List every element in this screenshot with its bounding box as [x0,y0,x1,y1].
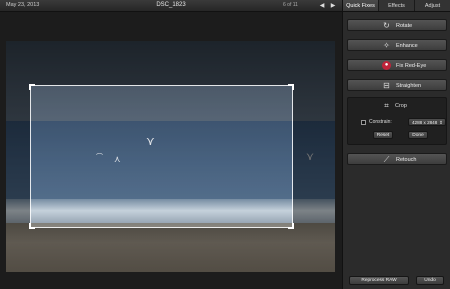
retouch-button[interactable]: ⟋ Retouch [347,153,447,165]
crop-icon: ⌗ [384,101,389,110]
straighten-button[interactable]: ⊟ Straighten [347,79,447,91]
tab-effects[interactable]: Effects [379,0,415,11]
magic-wand-icon: ✧ [383,41,390,50]
crop-handle-top-left[interactable] [29,84,35,90]
crop-tool-panel: ⌗ Crop Constrain: 4288 x 2848 ⇕ Reset Do… [347,97,447,145]
constrain-checkbox[interactable] [361,120,366,125]
crop-dim-top [6,41,335,85]
photo-editor-window: May 23, 2013 DSC_1823 6 of 11 ◀ ▶ ⋎ ⋏ ⌒ … [0,0,450,289]
photo-image: ⋎ ⋏ ⌒ ⋎ [6,41,335,272]
crop-label: Crop [395,103,407,109]
rotate-label: Rotate [396,23,413,29]
rotate-icon: ↻ [383,21,390,30]
crop-rectangle[interactable] [29,84,294,229]
crop-dim-right [293,85,335,228]
next-photo-button[interactable]: ▶ [329,2,337,10]
fix-red-eye-label: Fix Red-Eye [396,63,427,69]
fix-red-eye-button[interactable]: ● Fix Red-Eye [347,59,447,71]
edit-panel: Quick Fixes Effects Adjust ↻ Rotate ✧ En… [342,0,450,289]
constrain-label: Constrain: [369,119,392,125]
crop-done-button[interactable]: Done [408,131,428,139]
reprocess-raw-button[interactable]: Reprocess RAW [349,276,409,285]
edit-tabs: Quick Fixes Effects Adjust [343,0,450,12]
crop-reset-button[interactable]: Reset [373,131,393,139]
previous-photo-button[interactable]: ◀ [318,2,326,10]
constrain-size-select[interactable]: 4288 x 2848 ⇕ [408,118,446,126]
enhance-label: Enhance [396,43,418,49]
chevron-updown-icon: ⇕ [439,120,443,125]
crop-handle-bottom-right[interactable] [288,223,294,229]
crop-dim-bottom [6,228,335,272]
crop-handle-top-right[interactable] [288,84,294,90]
bandage-icon: ⟋ [383,155,390,164]
red-eye-icon: ● [382,61,391,70]
retouch-label: Retouch [396,157,417,163]
top-toolbar: May 23, 2013 DSC_1823 6 of 11 ◀ ▶ [0,0,342,12]
tab-adjust[interactable]: Adjust [415,0,450,11]
photo-count: 6 of 11 [283,2,298,8]
straighten-label: Straighten [396,83,422,89]
photo-canvas: ⋎ ⋏ ⌒ ⋎ [0,12,342,289]
crop-dim-left [6,85,30,228]
tab-quick-fixes[interactable]: Quick Fixes [343,0,379,11]
enhance-button[interactable]: ✧ Enhance [347,39,447,51]
straighten-icon: ⊟ [383,81,390,90]
undo-button[interactable]: Undo [416,276,444,285]
rotate-button[interactable]: ↻ Rotate [347,19,447,31]
constrain-size-value: 4288 x 2848 [412,120,438,125]
crop-handle-bottom-left[interactable] [29,223,35,229]
